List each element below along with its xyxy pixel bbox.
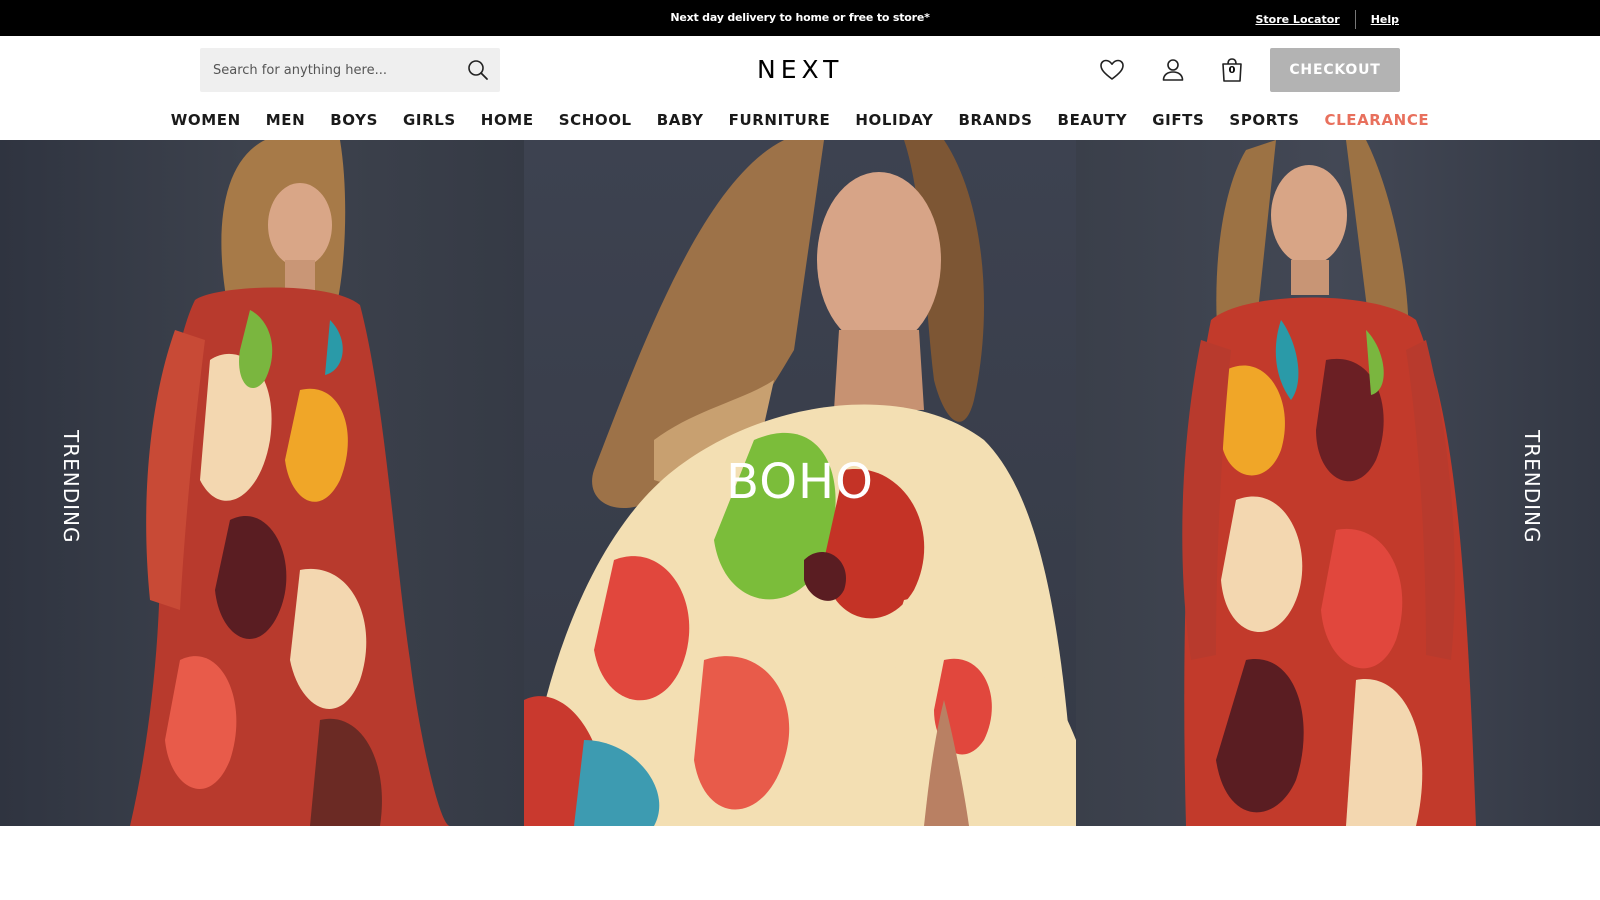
nav-item-home[interactable]: HOME: [481, 111, 534, 129]
promo-divider: [1354, 10, 1356, 29]
site-header: NEXT 0 CHECKOUT WOMEN MEN BOYS GIRLS HOM…: [0, 36, 1600, 140]
store-locator-link[interactable]: Store Locator: [1255, 13, 1339, 26]
search-input[interactable]: [200, 48, 450, 92]
search-box: [200, 48, 500, 92]
nav-item-baby[interactable]: BABY: [657, 111, 704, 129]
hero-title[interactable]: BOHO: [0, 454, 1600, 510]
hero-banner[interactable]: TRENDING TRENDING BOHO: [0, 140, 1600, 826]
account-user-icon[interactable]: [1159, 56, 1187, 84]
nav-item-gifts[interactable]: GIFTS: [1152, 111, 1204, 129]
nav-item-brands[interactable]: BRANDS: [959, 111, 1033, 129]
main-navigation: WOMEN MEN BOYS GIRLS HOME SCHOOL BABY FU…: [0, 102, 1600, 138]
promo-bar: Next day delivery to home or free to sto…: [0, 0, 1600, 36]
promo-links: Store Locator Help: [1255, 10, 1399, 29]
help-link[interactable]: Help: [1371, 13, 1399, 26]
next-logo[interactable]: NEXT: [757, 56, 843, 84]
nav-item-clearance[interactable]: CLEARANCE: [1324, 111, 1429, 129]
nav-item-girls[interactable]: GIRLS: [403, 111, 456, 129]
nav-item-holiday[interactable]: HOLIDAY: [855, 111, 933, 129]
page-below-hero: [0, 826, 1600, 900]
shopping-bag-icon[interactable]: 0: [1218, 56, 1246, 84]
nav-item-boys[interactable]: BOYS: [330, 111, 378, 129]
nav-item-sports[interactable]: SPORTS: [1229, 111, 1299, 129]
nav-item-women[interactable]: WOMEN: [171, 111, 241, 129]
search-icon[interactable]: [466, 58, 490, 82]
favourites-heart-icon[interactable]: [1098, 56, 1126, 84]
nav-item-beauty[interactable]: BEAUTY: [1058, 111, 1128, 129]
bag-count: 0: [1228, 65, 1236, 76]
nav-item-school[interactable]: SCHOOL: [559, 111, 632, 129]
checkout-button[interactable]: CHECKOUT: [1270, 48, 1400, 92]
nav-item-men[interactable]: MEN: [266, 111, 306, 129]
nav-item-furniture[interactable]: FURNITURE: [729, 111, 831, 129]
